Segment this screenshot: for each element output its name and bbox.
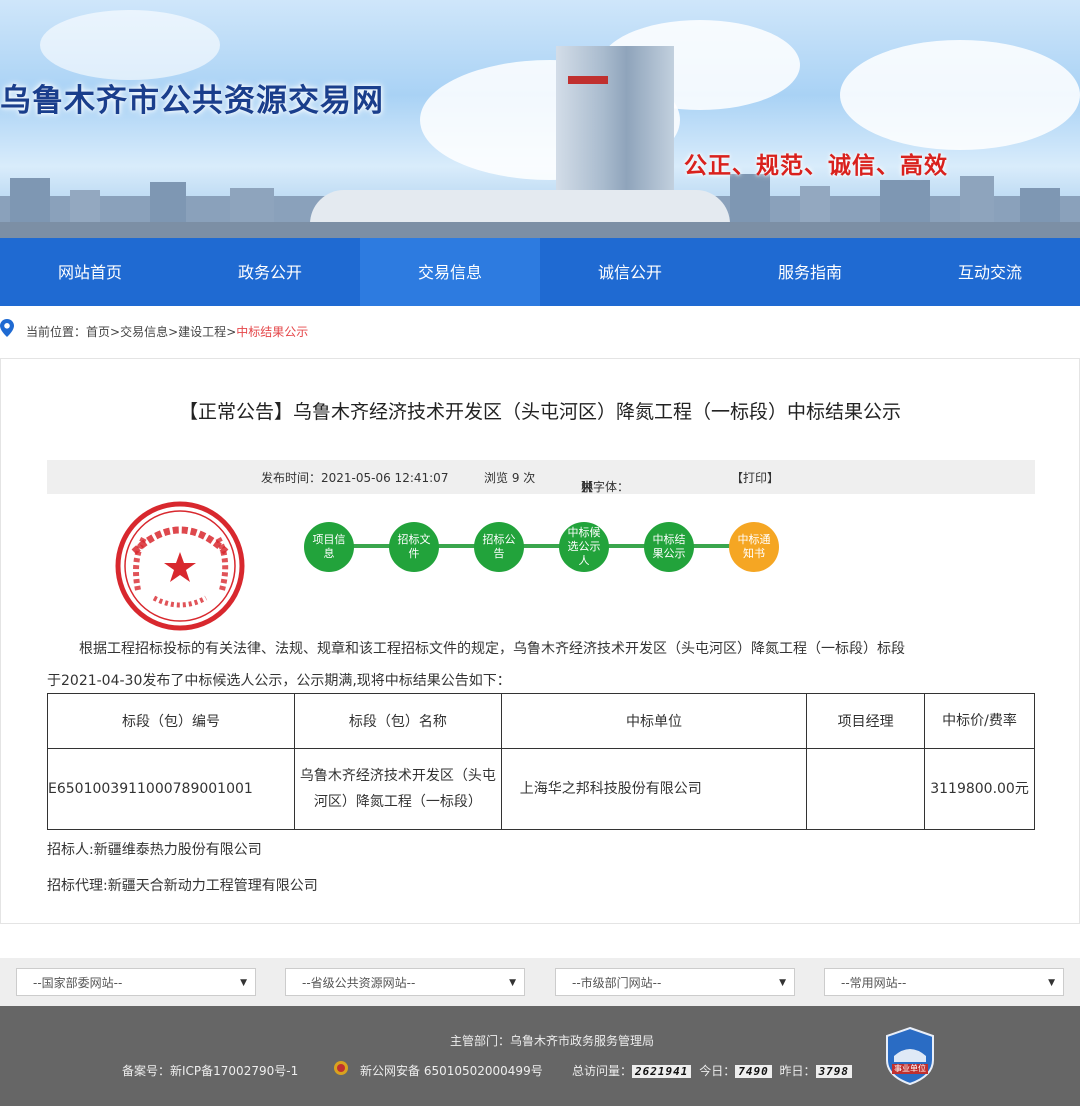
footer-department: 主管部门：乌鲁木齐市政务服务管理局 [450,1032,654,1049]
notice-title: 【正常公告】乌鲁木齐经济技术开发区（头屯河区）降氮工程（一标段）中标结果公示 [178,401,901,423]
badge-text: 事业单位 [894,1064,926,1073]
footer-police[interactable]: 新公网安备 65010502000499号 [360,1062,543,1079]
site-title: 乌鲁木齐市公共资源交易网 [0,83,384,119]
breadcrumb-home[interactable]: 首页 [86,325,110,339]
site-footer: 主管部门：乌鲁木齐市政务服务管理局 备案号：新ICP备17002790号-1 新… [0,1006,1080,1106]
table-cell-section-code: E6501003911000789001001 [47,748,295,830]
breadcrumb-separator: > [168,325,179,339]
breadcrumb-prefix: 当前位置： [26,325,87,339]
table-cell-section-name: 乌鲁木齐经济技术开发区（头屯河区）降氮工程（一标段） [293,748,502,830]
notice-meta-bar: 发布时间：2021-05-06 12:41:07 浏览 9 次 【字体：大 中 … [47,460,1035,494]
step-result-notice[interactable]: 中标结果公示 [644,522,694,572]
breadcrumb-separator: > [110,325,121,339]
breadcrumb-transaction[interactable]: 交易信息 [120,325,168,339]
public-institution-badge[interactable]: 事业单位 [884,1026,936,1086]
select-label: --国家部委网站-- [33,976,123,990]
total-visits-label: 总访问量： [572,1064,633,1078]
table-header-cell: 标段（包）名称 [293,693,502,749]
header-banner: 乌鲁木齐市公共资源交易网 公正、规范、诚信、高效 [0,0,1080,238]
tower-sign [568,76,608,84]
select-provincial-sites[interactable]: --省级公共资源网站-- ▼ [285,968,525,996]
step-award-letter[interactable]: 中标通知书 [729,522,779,572]
company-seal [114,500,246,632]
table-cell-manager [806,748,926,830]
tower-building [556,46,674,206]
table-header-row: 标段（包）编号 标段（包）名称 中标单位 项目经理 中标价/费率 [47,693,1035,749]
dropdown-arrow-icon: ▼ [779,978,786,988]
nav-item-transaction[interactable]: 交易信息 [360,238,540,306]
font-size-suffix: 】 [581,480,594,494]
nav-item-home[interactable]: 网站首页 [0,238,180,306]
notice-body: 根据工程招标投标的有关法律、法规、规章和该工程招标文件的规定，乌鲁木齐经济技术开… [47,633,1037,697]
notice-panel: 【正常公告】乌鲁木齐经济技术开发区（头屯河区）降氮工程（一标段）中标结果公示 发… [0,358,1080,924]
select-common-sites[interactable]: --常用网站-- ▼ [824,968,1064,996]
nav-item-government[interactable]: 政务公开 [180,238,360,306]
tenderer: 招标人:新疆维泰热力股份有限公司 [47,842,262,858]
step-project-info[interactable]: 项目信息 [304,522,354,572]
related-links-bar: --国家部委网站-- ▼ --省级公共资源网站-- ▼ --市级部门网站-- ▼ --… [0,958,1080,1006]
table-header-cell: 项目经理 [806,693,926,749]
police-badge-icon [333,1060,349,1079]
step-tender-file[interactable]: 招标文件 [389,522,439,572]
select-label: --常用网站-- [841,976,907,990]
dropdown-arrow-icon: ▼ [1048,978,1055,988]
yesterday-visits-label: 昨日： [779,1064,816,1078]
street [0,222,1080,238]
table-header-cell: 中标价/费率 [924,693,1035,749]
breadcrumb: 当前位置：首页>交易信息>建设工程>中标结果公示 [0,318,308,346]
main-nav: 网站首页 政务公开 交易信息 诚信公开 服务指南 互动交流 [0,238,1080,306]
result-table: 标段（包）编号 标段（包）名称 中标单位 项目经理 中标价/费率 E650100… [47,693,1035,830]
table-header-cell: 中标单位 [500,693,808,749]
today-visits-counter: 7490 [735,1065,772,1078]
location-pin-icon [0,318,18,347]
today-visits-label: 今日： [699,1064,736,1078]
total-visits-counter: 2621941 [632,1065,692,1078]
breadcrumb-current[interactable]: 中标结果公示 [236,325,308,339]
nav-item-credit[interactable]: 诚信公开 [540,238,720,306]
table-row: E6501003911000789001001 乌鲁木齐经济技术开发区（头屯河区… [47,748,1035,830]
cloud-decoration [840,40,1080,150]
hall-building [310,190,730,224]
visit-stats: 总访问量： 2621941 今日： 7490 昨日： 3798 [572,1062,853,1079]
dropdown-arrow-icon: ▼ [240,978,247,988]
dropdown-arrow-icon: ▼ [509,978,516,988]
select-city-dept-sites[interactable]: --市级部门网站-- ▼ [555,968,795,996]
view-count: 浏览 9 次 [484,471,536,485]
nav-item-interaction[interactable]: 互动交流 [900,238,1080,306]
dept-label: 主管部门： [450,1034,511,1048]
footer-icp[interactable]: 备案号：新ICP备17002790号-1 [122,1062,298,1079]
step-tender-notice[interactable]: 招标公告 [474,522,524,572]
publish-time: 发布时间：2021-05-06 12:41:07 [261,471,449,485]
step-candidate-notice[interactable]: 中标候选公示人 [559,522,609,572]
dept-name: 乌鲁木齐市政务服务管理局 [510,1034,655,1048]
table-cell-winner: 上海华之邦科技股份有限公司 [500,748,808,830]
select-label: --省级公共资源网站-- [302,976,416,990]
notice-paragraph: 根据工程招标投标的有关法律、法规、规章和该工程招标文件的规定，乌鲁木齐经济技术开… [79,641,905,657]
table-cell-price: 3119800.00元 [924,748,1035,830]
site-slogan: 公正、规范、诚信、高效 [684,153,948,179]
print-button[interactable]: 【打印】 [731,469,779,486]
breadcrumb-construction[interactable]: 建设工程 [178,325,226,339]
tender-agent: 招标代理:新疆天合新动力工程管理有限公司 [47,878,318,894]
table-header-cell: 标段（包）编号 [47,693,295,749]
yesterday-visits-counter: 3798 [815,1065,853,1078]
select-label: --市级部门网站-- [572,976,662,990]
nav-item-service-guide[interactable]: 服务指南 [720,238,900,306]
breadcrumb-separator: > [226,325,237,339]
select-national-sites[interactable]: --国家部委网站-- ▼ [16,968,256,996]
cloud-decoration [40,10,220,80]
